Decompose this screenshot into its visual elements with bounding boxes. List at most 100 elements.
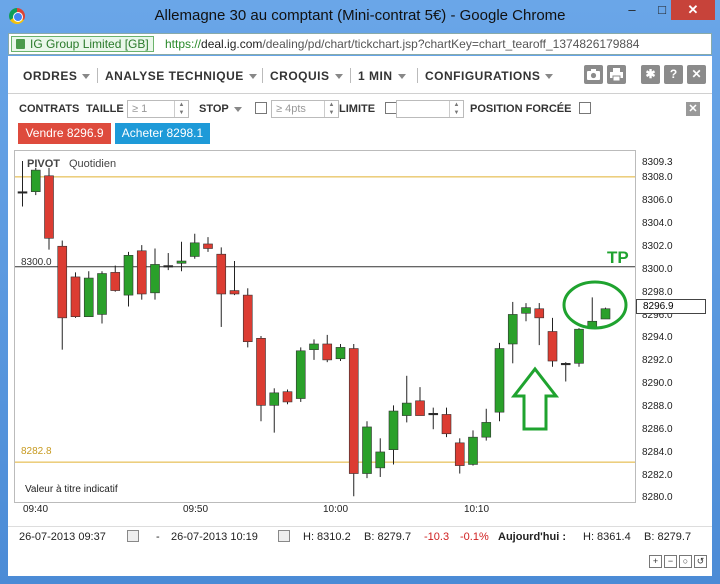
limit-input[interactable]: ▲ ▼ [396, 100, 464, 118]
sell-button[interactable]: Vendre 8296.9 [18, 123, 111, 144]
url-text[interactable]: https://deal.ig.com/dealing/pd/chart/tic… [165, 37, 639, 51]
menu-croquis[interactable]: CROQUIS [270, 69, 343, 83]
app-content: ORDRES ANALYSE TECHNIQUE CROQUIS 1 MIN C… [8, 56, 712, 576]
close-window-button[interactable]: ✕ [671, 0, 715, 20]
candle [494, 342, 505, 422]
gear-icon[interactable]: ✱ [641, 65, 660, 84]
print-icon[interactable] [607, 65, 626, 84]
current-price-tag: 8296.9 [636, 299, 706, 314]
today-high: H: 8361.4 [583, 531, 631, 543]
candle-body [229, 290, 240, 295]
menu-ordres[interactable]: ORDRES [23, 69, 91, 83]
bottom-strip [8, 546, 712, 576]
spinner-arrows-icon[interactable]: ▲ ▼ [449, 101, 463, 117]
candle [428, 407, 439, 430]
chevron-down-icon [233, 106, 242, 112]
browser-window: Allemagne 30 au comptant (Mini-contrat 5… [0, 0, 720, 584]
end-time[interactable]: 26-07-2013 10:19 [171, 531, 258, 543]
stop-checkbox[interactable] [255, 102, 267, 114]
stop-dropdown[interactable]: STOP [199, 103, 242, 115]
y-tick: 8284.0 [642, 447, 673, 458]
close-icon[interactable]: ✕ [687, 65, 706, 84]
y-tick: 8300.0 [642, 264, 673, 275]
zoom-out-icon[interactable]: − [664, 555, 677, 568]
menu-interval[interactable]: 1 MIN [358, 69, 406, 83]
x-tick: 10:00 [323, 504, 349, 515]
candle [481, 408, 492, 441]
candle [282, 389, 293, 405]
buy-button[interactable]: Acheter 8298.1 [115, 123, 210, 144]
spinner-arrows-icon[interactable]: ▲ ▼ [174, 101, 188, 117]
tp-label: TP [607, 248, 629, 267]
calendar-icon[interactable] [127, 530, 139, 542]
candle-body [362, 426, 372, 474]
close-order-bar-icon[interactable]: ✕ [686, 102, 700, 116]
certificate-label: IG Group Limited [GB] [30, 37, 149, 51]
candle-body [295, 350, 306, 399]
menu-configurations[interactable]: CONFIGURATIONS [425, 69, 554, 83]
candle [587, 297, 598, 329]
candle-body [375, 451, 386, 469]
candle [123, 251, 134, 307]
candle [335, 343, 346, 362]
pivot-label: PIVOT [27, 158, 60, 170]
candle [44, 167, 54, 250]
candle-body [256, 337, 266, 406]
pivot-value-label: 8300.0 [21, 257, 52, 268]
candle [163, 253, 174, 271]
maximize-button[interactable]: □ [654, 0, 670, 20]
stop-input[interactable]: ≥ 4pts ▲ ▼ [271, 100, 339, 118]
contrats-label: CONTRATS [19, 103, 80, 115]
menu-analyse-technique[interactable]: ANALYSE TECHNIQUE [105, 69, 257, 83]
x-tick: 09:50 [183, 504, 209, 515]
start-time[interactable]: 26-07-2013 09:37 [19, 531, 106, 543]
candle [348, 343, 359, 497]
candle [401, 375, 412, 423]
certificate-badge[interactable]: IG Group Limited [GB] [11, 36, 154, 52]
candle-body [560, 363, 571, 366]
y-tick: 8286.0 [642, 424, 673, 435]
candlestick-chart[interactable]: TP PIVOT Quotidien 8300.0 8282.8 Valeur … [15, 151, 635, 502]
help-icon[interactable]: ? [664, 65, 683, 84]
address-bar[interactable]: IG Group Limited [GB] https://deal.ig.co… [8, 33, 712, 55]
candle-body [282, 391, 293, 403]
candle [150, 248, 160, 300]
candle [441, 407, 452, 438]
refresh-icon[interactable]: ↺ [694, 555, 707, 568]
title-bar[interactable]: Allemagne 30 au comptant (Mini-contrat 5… [0, 0, 720, 32]
reset-icon[interactable]: ○ [679, 555, 692, 568]
candle-body [30, 169, 41, 192]
chevron-down-icon [545, 74, 554, 80]
camera-icon[interactable] [584, 65, 603, 84]
candle-body [441, 414, 452, 435]
position-forcee-checkbox[interactable] [579, 102, 591, 114]
spinner-arrows-icon[interactable]: ▲ ▼ [324, 101, 338, 117]
candle-body [83, 277, 94, 318]
candle [295, 347, 306, 402]
candle-body [17, 191, 28, 194]
candle-body [388, 410, 399, 450]
candle-body [322, 343, 333, 361]
candle-body [269, 392, 280, 406]
candle [454, 438, 465, 474]
menu-config-label: CONFIGURATIONS [425, 69, 541, 83]
today-low: B: 8279.7 [644, 531, 692, 543]
url-scheme: https:// [165, 37, 202, 51]
range-dash: - [156, 531, 160, 543]
candle [547, 317, 558, 367]
zoom-in-icon[interactable]: + [649, 555, 662, 568]
candle-body [44, 175, 54, 239]
candle-body [176, 260, 187, 264]
chart-area[interactable]: TP PIVOT Quotidien 8300.0 8282.8 Valeur … [14, 150, 636, 503]
candle-body [428, 413, 439, 416]
candle-body [57, 245, 68, 319]
minimize-button[interactable]: – [624, 0, 640, 20]
candle [83, 271, 94, 318]
order-bar: CONTRATS TAILLE ≥ 1 ▲ ▼ STOP ≥ 4pts ▲ ▼ LIMI… [8, 96, 712, 122]
chart-footer: 26-07-2013 09:37 - 26-07-2013 10:19 H: 8… [8, 526, 712, 546]
candle [110, 265, 121, 292]
calendar-icon[interactable] [278, 530, 290, 542]
url-domain: deal.ig.com [201, 37, 263, 51]
candle-body [415, 400, 425, 416]
size-input[interactable]: ≥ 1 ▲ ▼ [127, 100, 189, 118]
